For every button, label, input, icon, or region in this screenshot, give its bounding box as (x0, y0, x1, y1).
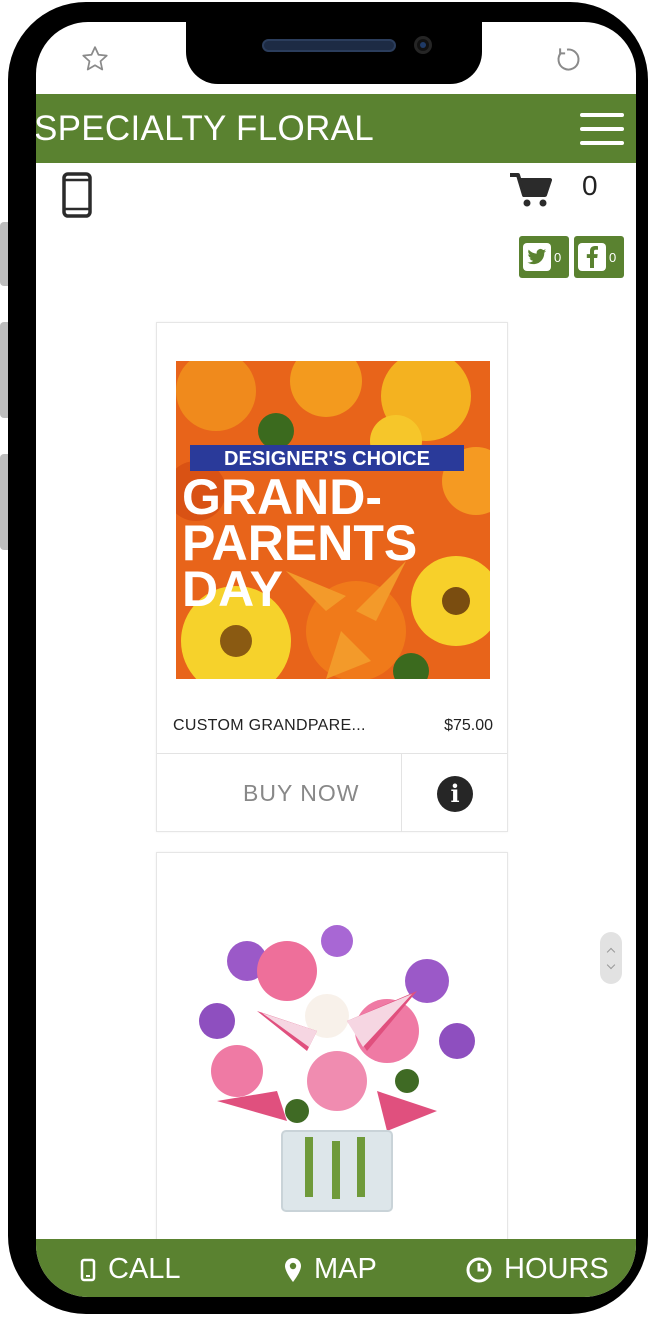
twitter-share-button[interactable]: 0 (519, 236, 569, 278)
facebook-share-count: 0 (609, 249, 617, 265)
site-title[interactable]: SPECIALTY FLORAL (36, 109, 374, 149)
map-label: MAP (314, 1253, 377, 1285)
facebook-share-button[interactable]: 0 (574, 236, 624, 278)
product-price: $75.00 (444, 717, 493, 734)
phone-notch (186, 22, 482, 84)
front-camera (414, 36, 432, 54)
cart-icon[interactable] (510, 172, 552, 208)
hours-button[interactable]: HOURS (466, 1253, 609, 1286)
phone-screen: SPECIALTY FLORAL 0 0 0 DESIGNER'S CHOICE… (36, 22, 636, 1297)
star-icon[interactable] (80, 44, 110, 81)
site-header: SPECIALTY FLORAL (36, 94, 636, 163)
product-image[interactable] (177, 901, 487, 1221)
info-icon[interactable]: i (437, 776, 473, 812)
bottom-action-bar: CALL MAP HOURS (36, 1239, 636, 1297)
call-button[interactable]: CALL (80, 1253, 181, 1286)
refresh-icon[interactable] (552, 44, 582, 81)
product-card (156, 852, 508, 1297)
image-headline-line3: DAY (182, 561, 283, 617)
clock-icon (466, 1257, 492, 1282)
twitter-share-count: 0 (554, 249, 562, 265)
scroll-handle[interactable] (600, 932, 622, 984)
call-label: CALL (108, 1253, 181, 1285)
mobile-phone-icon[interactable] (62, 172, 92, 218)
buy-now-label: BUY NOW (243, 780, 360, 806)
buy-now-button[interactable]: BUY NOW (157, 754, 402, 832)
speaker-grille (262, 39, 396, 52)
hamburger-menu-icon[interactable] (580, 113, 624, 145)
product-actions: BUY NOW i (157, 753, 507, 832)
image-banner-text: DESIGNER'S CHOICE (224, 448, 430, 470)
map-button[interactable]: MAP (284, 1253, 377, 1286)
product-card: DESIGNER'S CHOICE GRAND- PARENTS DAY CUS… (156, 322, 508, 832)
cart-count: 0 (582, 170, 598, 201)
map-pin-icon (285, 1257, 301, 1282)
product-name[interactable]: CUSTOM GRANDPARE... (173, 717, 366, 735)
facebook-icon (578, 243, 606, 271)
twitter-icon (523, 243, 551, 271)
phone-frame: SPECIALTY FLORAL 0 0 0 DESIGNER'S CHOICE… (8, 2, 648, 1314)
product-image[interactable]: DESIGNER'S CHOICE GRAND- PARENTS DAY (176, 361, 490, 679)
hours-label: HOURS (504, 1253, 609, 1285)
